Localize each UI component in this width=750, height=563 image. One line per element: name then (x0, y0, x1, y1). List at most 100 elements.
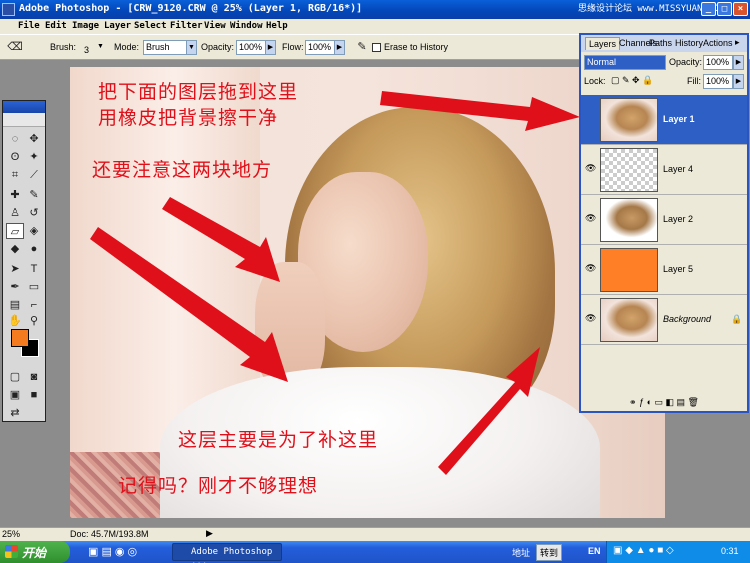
opacity-slider-arrow-icon[interactable]: ▶ (265, 40, 276, 55)
menu-window[interactable]: Window (230, 21, 263, 31)
tab-actions[interactable]: Actions (703, 38, 733, 48)
screen-mode-icon[interactable]: ▣ (6, 387, 24, 403)
go-button[interactable]: 转到 (536, 544, 563, 561)
image-canvas[interactable]: 把下面的图层拖到这里 用橡皮把背景擦干净 还要注意这两块地方 这层主要是为了补这… (70, 67, 665, 518)
menu-bar: File Edit Image Layer Select Filter View… (0, 19, 750, 34)
healing-brush-icon[interactable]: ✚ (6, 187, 24, 203)
close-button[interactable]: × (733, 2, 748, 16)
status-menu-arrow-icon[interactable]: ▶ (206, 528, 213, 539)
ime-indicator[interactable]: EN (588, 546, 601, 556)
photoshop-icon (2, 3, 15, 16)
palette-menu-icon[interactable]: ▸ (735, 37, 740, 48)
fill-label: Fill: (687, 76, 701, 86)
erase-to-history-checkbox[interactable] (372, 43, 381, 52)
feather-icon (3, 113, 45, 127)
menu-layer[interactable]: Layer (104, 21, 131, 31)
mode-select[interactable]: Brush (143, 40, 187, 55)
shape-tool-icon[interactable]: ▭ (25, 279, 43, 295)
eyedropper-icon[interactable]: ⌐ (25, 297, 43, 313)
annotation-drag-layer: 把下面的图层拖到这里 (98, 81, 299, 103)
jump-to-imageready-icon[interactable]: ⇄ (6, 405, 24, 421)
system-tray: ▣ ◆ ▲ ● ■ ◇ 0:31 (606, 541, 750, 563)
layer-name: Layer 4 (663, 164, 694, 174)
blend-mode-select[interactable]: Normal (584, 55, 666, 70)
tab-paths[interactable]: Paths (649, 38, 672, 48)
opacity-label: Opacity: (201, 42, 235, 52)
doc-size[interactable]: Doc: 45.7M/193.8M (70, 529, 149, 539)
brush-picker-arrow-icon[interactable]: ▼ (95, 40, 106, 55)
tray-icons[interactable]: ▣ ◆ ▲ ● ■ ◇ (613, 545, 674, 556)
zoom-level[interactable]: 25% (2, 529, 20, 539)
menu-filter[interactable]: Filter (170, 21, 203, 31)
flow-slider-arrow-icon[interactable]: ▶ (334, 40, 345, 55)
layer-footer-icons[interactable]: ⚭ ƒ ◐ ▭ ◧ ▤ 🗑 (581, 397, 747, 411)
clone-stamp-icon[interactable]: ♙ (6, 205, 24, 221)
layer-row-layer-5[interactable]: 👁 Layer 5 (581, 245, 747, 295)
paint-bucket-icon[interactable]: ◈ (25, 223, 43, 239)
fill-input[interactable]: 100% (703, 74, 733, 89)
quick-mask-icon[interactable]: ◙ (25, 369, 43, 385)
standard-mode-icon[interactable]: ▢ (6, 369, 24, 385)
crop-tool-icon[interactable]: ⌗ (6, 167, 24, 183)
opacity-input[interactable]: 100% (236, 40, 266, 55)
eraser-tool-icon[interactable]: ▱ (6, 223, 24, 239)
toolbox-title-bar[interactable] (3, 101, 45, 113)
hand-tool-icon[interactable]: ✋ (6, 313, 24, 329)
dodge-tool-icon[interactable]: ● (25, 241, 43, 257)
notes-tool-icon[interactable]: ▤ (6, 297, 24, 313)
arrow-to-layers (380, 91, 580, 131)
taskbar-photoshop-button[interactable]: Adobe Photoshop ... (172, 543, 282, 563)
airbrush-icon[interactable]: ✎ (353, 39, 371, 55)
brush-tool-icon[interactable]: ✎ (25, 187, 43, 203)
window-title: Adobe Photoshop - [CRW_9120.CRW @ 25% (L… (19, 3, 363, 14)
layer-row-background[interactable]: 👁 Background 🔒 (581, 295, 747, 345)
menu-help[interactable]: Help (266, 21, 288, 31)
brush-size[interactable]: 3 (84, 45, 89, 55)
type-tool-icon[interactable]: T (25, 261, 43, 277)
move-tool-icon[interactable]: ✥ (25, 131, 43, 147)
palette-tabs: Layers Channels Paths History Actions ▸ (581, 35, 747, 52)
minimize-button[interactable]: _ (701, 2, 716, 16)
lasso-tool-icon[interactable]: ʘ (6, 149, 24, 165)
eraser-tool-preset-icon[interactable]: ⌫ (6, 39, 24, 55)
layer-row-layer-4[interactable]: 👁 Layer 4 (581, 145, 747, 195)
magic-wand-icon[interactable]: ✦ (25, 149, 43, 165)
lock-icons[interactable]: ▢ ✎ ✥ 🔒 (611, 75, 653, 86)
menu-view[interactable]: View (204, 21, 226, 31)
annotation-not-ideal: 记得吗？刚才不够理想 (118, 475, 319, 497)
fill-arrow-icon[interactable]: ▶ (733, 74, 744, 89)
flow-input[interactable]: 100% (305, 40, 335, 55)
layer-row-layer-1[interactable]: Layer 1 (581, 95, 747, 145)
eye-icon[interactable]: 👁 (585, 213, 596, 224)
visibility-icon[interactable] (585, 113, 596, 124)
layer-opacity-arrow-icon[interactable]: ▶ (733, 55, 744, 70)
pen-tool-icon[interactable]: ✒ (6, 279, 24, 295)
slice-tool-icon[interactable]: ⟋ (25, 167, 43, 183)
eye-icon[interactable]: 👁 (585, 313, 596, 324)
tab-history[interactable]: History (675, 38, 703, 48)
menu-image[interactable]: Image (72, 21, 99, 31)
maximize-button[interactable]: □ (717, 2, 732, 16)
layer-row-layer-2[interactable]: 👁 Layer 2 (581, 195, 747, 245)
path-select-icon[interactable]: ➤ (6, 261, 24, 277)
history-brush-icon[interactable]: ↺ (25, 205, 43, 221)
blur-tool-icon[interactable]: ◆ (6, 241, 24, 257)
marquee-tool-icon[interactable]: ◌ (6, 131, 24, 147)
layer-opacity-input[interactable]: 100% (703, 55, 733, 70)
start-label: 开始 (22, 546, 47, 560)
foreground-color-swatch[interactable] (11, 329, 29, 347)
start-button[interactable]: 开始 (0, 541, 70, 563)
full-screen-icon[interactable]: ■ (25, 387, 43, 403)
mode-dropdown-arrow-icon[interactable]: ▼ (186, 40, 197, 55)
menu-edit[interactable]: Edit (45, 21, 67, 31)
lock-icon: 🔒 (731, 314, 743, 324)
menu-file[interactable]: File (18, 21, 40, 31)
tab-layers[interactable]: Layers (585, 37, 621, 50)
taskbar: 开始 ▣ ▤ ◉ ◎ Adobe Photoshop ... 地址 转到 EN … (0, 541, 750, 563)
eye-icon[interactable]: 👁 (585, 163, 596, 174)
eye-icon[interactable]: 👁 (585, 263, 596, 274)
quick-launch-icons[interactable]: ▣ ▤ ◉ ◎ (88, 545, 137, 558)
zoom-tool-icon[interactable]: ⚲ (25, 313, 43, 329)
status-bar: 25% Doc: 45.7M/193.8M ▶ (0, 527, 750, 541)
menu-select[interactable]: Select (134, 21, 167, 31)
